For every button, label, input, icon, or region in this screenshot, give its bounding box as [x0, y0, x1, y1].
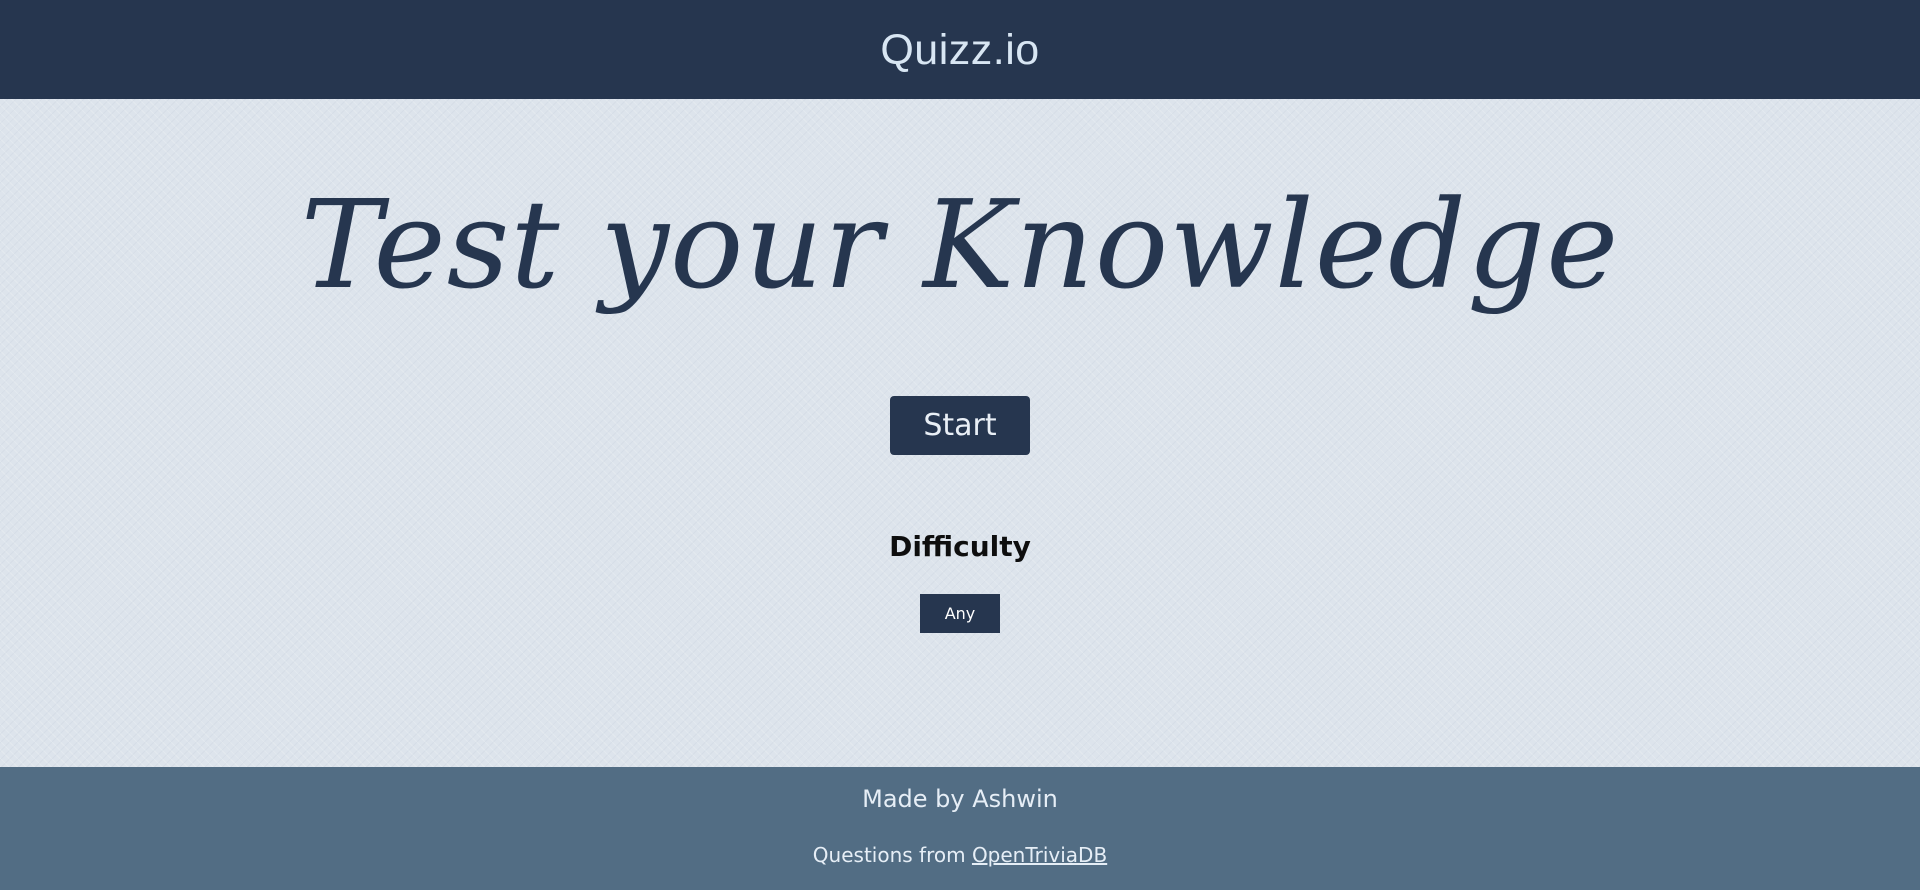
top-header: Quizz.io	[0, 0, 1920, 99]
difficulty-select[interactable]: Any	[920, 594, 1000, 633]
credits-line: Questions from OpenTriviaDB	[0, 843, 1920, 867]
difficulty-label: Difficulty	[889, 530, 1031, 563]
opentriviadb-link[interactable]: OpenTriviaDB	[972, 843, 1107, 867]
credits-prefix: Questions from	[812, 843, 972, 867]
start-button[interactable]: Start	[890, 396, 1030, 455]
made-by-text: Made by Ashwin	[862, 785, 1058, 813]
hero-headline: Test your Knowledge	[300, 174, 1620, 316]
site-title[interactable]: Quizz.io	[880, 26, 1039, 75]
